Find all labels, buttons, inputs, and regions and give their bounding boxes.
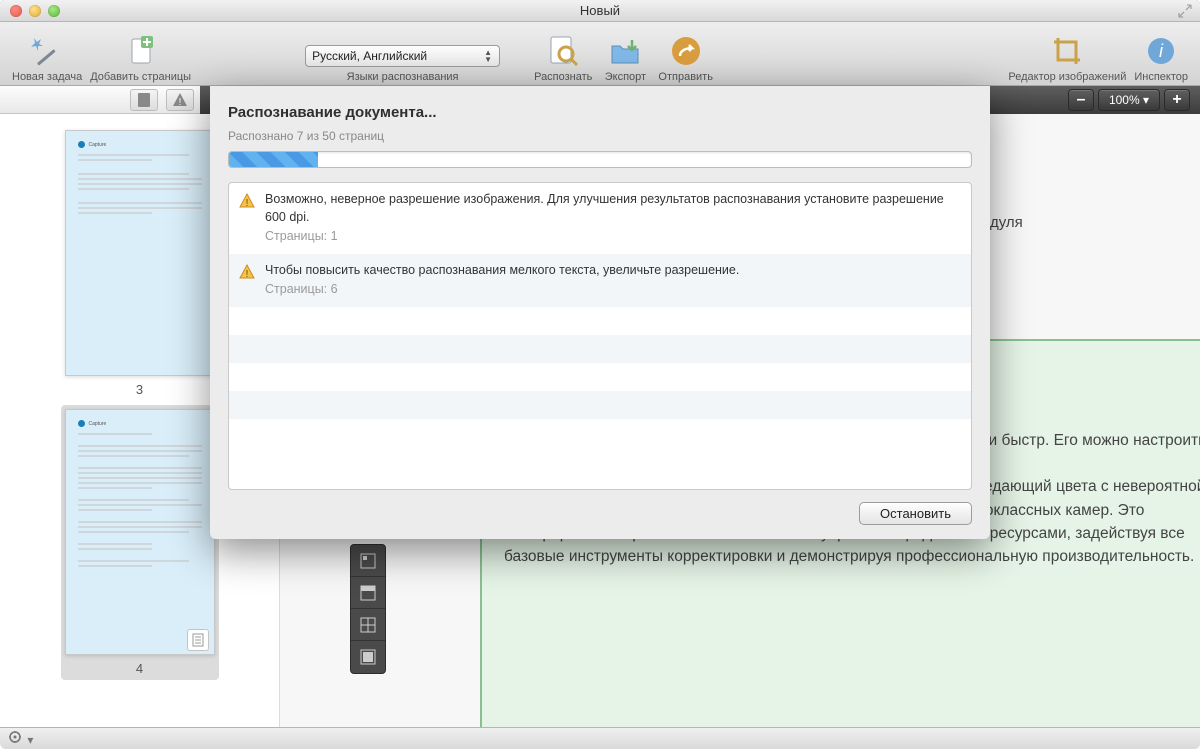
send-icon xyxy=(668,33,704,69)
export-button[interactable]: Экспорт xyxy=(600,33,650,83)
warning-pages: Страницы: 1 xyxy=(265,228,961,246)
warning-text: Возможно, неверное разрешение изображени… xyxy=(265,191,961,226)
statusbar: ▾ xyxy=(0,727,1200,749)
page-plus-icon xyxy=(123,33,159,69)
progress-fill xyxy=(229,152,318,167)
warnings-list: ! Возможно, неверное разрешение изображе… xyxy=(228,182,972,490)
list-row-empty xyxy=(229,363,971,391)
warning-icon: ! xyxy=(239,193,255,214)
page-icon xyxy=(137,92,151,108)
warning-row[interactable]: ! Чтобы повысить качество распознавания … xyxy=(229,254,971,307)
recognition-dialog: Распознавание документа... Распознано 7 … xyxy=(210,86,990,539)
stop-button[interactable]: Остановить xyxy=(859,502,972,525)
toolbar-label: Отправить xyxy=(658,71,713,83)
recognize-button[interactable]: Распознать xyxy=(534,33,592,83)
page-tab[interactable] xyxy=(130,89,158,111)
toolbar-label: Редактор изображений xyxy=(1008,71,1126,83)
folder-export-icon xyxy=(607,33,643,69)
thumbnail-label: 4 xyxy=(65,661,215,676)
toolbar-label: Новая задача xyxy=(12,71,82,83)
warning-icon: ! xyxy=(172,92,188,108)
list-row-empty xyxy=(229,419,971,447)
crop-icon xyxy=(1049,33,1085,69)
view-toolbar xyxy=(350,544,386,674)
layout-tool-icon[interactable] xyxy=(351,577,385,609)
info-icon: i xyxy=(1143,33,1179,69)
layout-tool-icon[interactable] xyxy=(351,641,385,673)
dialog-actions: Остановить xyxy=(228,502,972,525)
wand-icon xyxy=(29,33,65,69)
titlebar: Новый xyxy=(0,0,1200,22)
svg-text:!: ! xyxy=(246,198,249,209)
warning-icon: ! xyxy=(239,264,255,285)
toolbar-label: Распознать xyxy=(534,71,592,83)
enter-fullscreen-icon[interactable] xyxy=(1178,4,1192,18)
gear-icon[interactable]: ▾ xyxy=(8,730,33,747)
page-type-badge xyxy=(187,629,209,651)
zoom-out-button[interactable]: – xyxy=(1068,89,1094,111)
add-pages-button[interactable]: Добавить страницы xyxy=(90,33,191,83)
dialog-title: Распознавание документа... xyxy=(228,104,972,121)
layout-tool-icon[interactable] xyxy=(351,609,385,641)
chevron-updown-icon: ▲▼ xyxy=(481,49,495,65)
toolbar-label: Экспорт xyxy=(605,71,646,83)
magnifier-icon xyxy=(545,33,581,69)
thumbs-header: ! xyxy=(0,86,200,114)
thumbnail-page: Capture xyxy=(65,130,215,376)
new-task-button[interactable]: Новая задача xyxy=(12,33,82,83)
zoom-in-button[interactable]: + xyxy=(1164,89,1190,111)
warning-text: Чтобы повысить качество распознавания ме… xyxy=(265,262,739,280)
language-label: Языки распознавания xyxy=(347,71,459,83)
doc-fragment: дуля xyxy=(990,214,1023,231)
thumbnail-label: 3 xyxy=(65,382,215,397)
warnings-tab[interactable]: ! xyxy=(166,89,194,111)
image-editor-button[interactable]: Редактор изображений xyxy=(1008,33,1126,83)
warning-pages: Страницы: 6 xyxy=(265,281,739,299)
list-row-empty xyxy=(229,335,971,363)
thumbnail-page: Capture xyxy=(65,409,215,655)
zoom-level[interactable]: 100% ▾ xyxy=(1098,89,1160,111)
send-button[interactable]: Отправить xyxy=(658,33,713,83)
svg-text:!: ! xyxy=(246,269,249,280)
thumbnail[interactable]: Capture 3 xyxy=(65,130,215,397)
list-row-empty xyxy=(229,307,971,335)
thumbnail-selected[interactable]: Capture 4 xyxy=(61,405,219,680)
window-title: Новый xyxy=(0,3,1200,18)
language-value: Русский, Английский xyxy=(312,49,427,63)
layout-tool-icon[interactable] xyxy=(351,545,385,577)
toolbar-label: Инспектор xyxy=(1134,71,1188,83)
list-row-empty xyxy=(229,391,971,419)
zoom-controls: – 100% ▾ + xyxy=(1068,89,1190,111)
warning-row[interactable]: ! Возможно, неверное разрешение изображе… xyxy=(229,183,971,254)
dialog-status: Распознано 7 из 50 страниц xyxy=(228,129,972,143)
language-group: Русский, Английский ▲▼ Языки распознаван… xyxy=(305,45,500,83)
inspector-button[interactable]: i Инспектор xyxy=(1134,33,1188,83)
language-select[interactable]: Русский, Английский ▲▼ xyxy=(305,45,500,67)
toolbar: Новая задача Добавить страницы Русский, … xyxy=(0,22,1200,86)
svg-text:!: ! xyxy=(179,97,182,108)
progress-bar xyxy=(228,151,972,168)
toolbar-label: Добавить страницы xyxy=(90,71,191,83)
